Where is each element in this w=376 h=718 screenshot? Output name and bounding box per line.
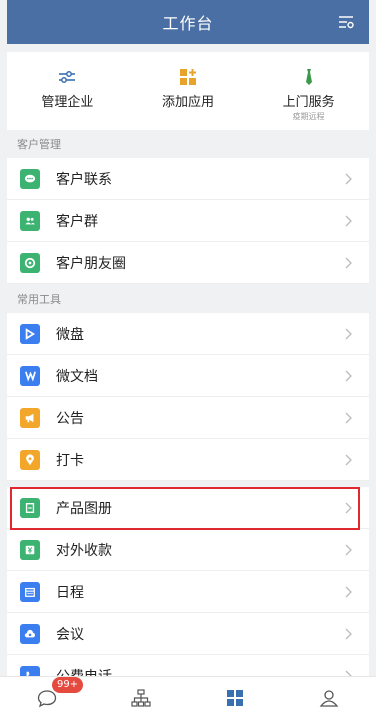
calendar-icon bbox=[20, 581, 40, 602]
list-item-label: 打卡 bbox=[56, 452, 84, 469]
section-header-customer: 客户管理 bbox=[17, 138, 61, 151]
megaphone-icon bbox=[20, 407, 40, 428]
grid-icon bbox=[227, 689, 243, 706]
onsite-service-button[interactable]: 上门服务 疫期远程 bbox=[248, 52, 369, 130]
list-item-label: 微文档 bbox=[56, 368, 98, 385]
unread-badge: 99+ bbox=[52, 677, 84, 693]
quick-label: 管理企业 bbox=[41, 95, 94, 110]
add-app-button[interactable]: 添加应用 bbox=[128, 52, 249, 130]
album-icon bbox=[20, 497, 40, 518]
chevron-right-icon bbox=[345, 454, 352, 465]
top-bar: 工作台 bbox=[7, 0, 369, 44]
doc-w-icon bbox=[20, 365, 40, 386]
list-item-label: 对外收款 bbox=[56, 542, 112, 559]
chevron-right-icon bbox=[345, 215, 352, 226]
add-app-icon bbox=[180, 69, 196, 85]
list-item-label: 微盘 bbox=[56, 326, 84, 343]
chevron-right-icon bbox=[345, 544, 352, 555]
sliders-icon bbox=[59, 71, 76, 83]
chevron-right-icon bbox=[345, 328, 352, 339]
list-item-label: 客户联系 bbox=[56, 171, 112, 188]
list-item-label: 日程 bbox=[56, 584, 84, 601]
list-item-external-payment[interactable]: 对外收款 bbox=[7, 529, 369, 571]
chevron-right-icon bbox=[345, 370, 352, 381]
chevron-right-icon bbox=[345, 628, 352, 639]
group-icon bbox=[20, 210, 40, 231]
camera-aperture-icon bbox=[20, 252, 40, 273]
tie-icon bbox=[305, 69, 312, 85]
page-title: 工作台 bbox=[162, 14, 214, 33]
me-tab[interactable] bbox=[282, 677, 376, 718]
list-item-customer-contact[interactable]: 客户联系 bbox=[7, 158, 369, 200]
quick-label: 上门服务 bbox=[282, 95, 335, 110]
cloud-meeting-icon bbox=[20, 623, 40, 644]
org-chart-icon bbox=[131, 688, 151, 707]
messages-tab[interactable]: 99+ bbox=[0, 677, 94, 718]
manage-enterprise-button[interactable]: 管理企业 bbox=[7, 52, 128, 130]
list-item-customer-group[interactable]: 客户群 bbox=[7, 200, 369, 242]
chevron-right-icon bbox=[345, 412, 352, 423]
bottom-tab-bar: 99+ bbox=[0, 676, 376, 718]
list-item-label: 客户朋友圈 bbox=[56, 255, 126, 272]
list-item-meeting[interactable]: 会议 bbox=[7, 613, 369, 655]
chevron-right-icon bbox=[345, 257, 352, 268]
payment-icon bbox=[20, 539, 40, 560]
contacts-tab[interactable] bbox=[94, 677, 188, 718]
location-pin-icon bbox=[20, 449, 40, 470]
chevron-right-icon bbox=[345, 502, 352, 513]
list-item-product-album[interactable]: 产品图册 bbox=[7, 487, 369, 529]
quick-label: 添加应用 bbox=[162, 95, 215, 110]
list-item-customer-moments[interactable]: 客户朋友圈 bbox=[7, 242, 369, 284]
chat-bubble-icon bbox=[20, 168, 40, 189]
list-item-schedule[interactable]: 日程 bbox=[7, 571, 369, 613]
quick-actions: 管理企业 添加应用 上门服务 疫期远程 bbox=[7, 52, 369, 130]
chevron-right-icon bbox=[345, 173, 352, 184]
chevron-right-icon bbox=[345, 586, 352, 597]
list-item-label: 产品图册 bbox=[56, 500, 112, 517]
settings-list-icon[interactable] bbox=[337, 13, 355, 31]
list-item-wedrive[interactable]: 微盘 bbox=[7, 313, 369, 355]
list-item-check-in[interactable]: 打卡 bbox=[7, 439, 369, 481]
list-item-wedoc[interactable]: 微文档 bbox=[7, 355, 369, 397]
quick-sublabel: 疫期远程 bbox=[292, 112, 325, 121]
list-item-label: 客户群 bbox=[56, 213, 98, 230]
list-item-label: 会议 bbox=[56, 626, 84, 643]
person-icon bbox=[319, 689, 339, 707]
list-item-announcement[interactable]: 公告 bbox=[7, 397, 369, 439]
list-item-label: 公告 bbox=[56, 410, 84, 427]
drive-icon bbox=[20, 323, 40, 344]
section-header-tools: 常用工具 bbox=[17, 293, 61, 306]
workbench-tab[interactable] bbox=[188, 677, 282, 718]
